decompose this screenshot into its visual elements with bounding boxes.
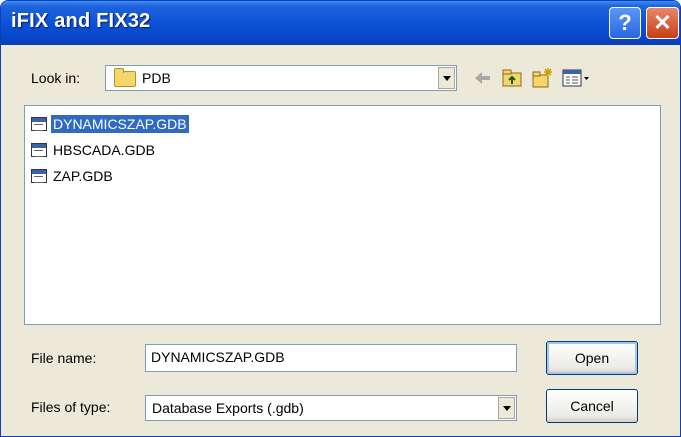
file-type-value: Database Exports (.gdb) bbox=[152, 400, 304, 416]
view-menu-icon[interactable] bbox=[561, 67, 591, 89]
up-folder-icon[interactable] bbox=[501, 67, 523, 89]
file-open-dialog: iFIX and FIX32 ? ✕ Look in: PDB DYNAMICS… bbox=[0, 0, 681, 437]
file-name-label: File name: bbox=[31, 350, 97, 366]
new-folder-icon[interactable] bbox=[531, 67, 553, 89]
file-item-label: DYNAMICSZAP.GDB bbox=[51, 115, 189, 133]
database-file-icon bbox=[31, 169, 47, 183]
window-title: iFIX and FIX32 bbox=[11, 10, 151, 32]
back-arrow-icon[interactable] bbox=[471, 67, 493, 89]
open-button[interactable]: Open bbox=[546, 341, 638, 375]
database-file-icon bbox=[31, 117, 47, 131]
file-item-label: ZAP.GDB bbox=[53, 168, 113, 184]
chevron-down-icon[interactable] bbox=[438, 67, 455, 89]
look-in-label: Look in: bbox=[31, 70, 81, 86]
database-file-icon bbox=[31, 143, 47, 157]
file-type-dropdown[interactable]: Database Exports (.gdb) bbox=[145, 395, 517, 421]
file-name-input[interactable]: DYNAMICSZAP.GDB bbox=[145, 344, 517, 372]
cancel-button[interactable]: Cancel bbox=[546, 389, 638, 423]
title-bar[interactable]: iFIX and FIX32 ? ✕ bbox=[1, 1, 680, 45]
help-button[interactable]: ? bbox=[609, 7, 641, 39]
file-type-label: Files of type: bbox=[31, 399, 111, 415]
file-list[interactable]: DYNAMICSZAP.GDB HBSCADA.GDB ZAP.GDB bbox=[24, 105, 661, 325]
look-in-dropdown[interactable]: PDB bbox=[105, 65, 457, 91]
folder-icon bbox=[114, 68, 136, 87]
close-button[interactable]: ✕ bbox=[646, 7, 679, 39]
look-in-value: PDB bbox=[142, 70, 171, 86]
file-item-label: HBSCADA.GDB bbox=[53, 142, 155, 158]
chevron-down-icon[interactable] bbox=[498, 397, 515, 419]
